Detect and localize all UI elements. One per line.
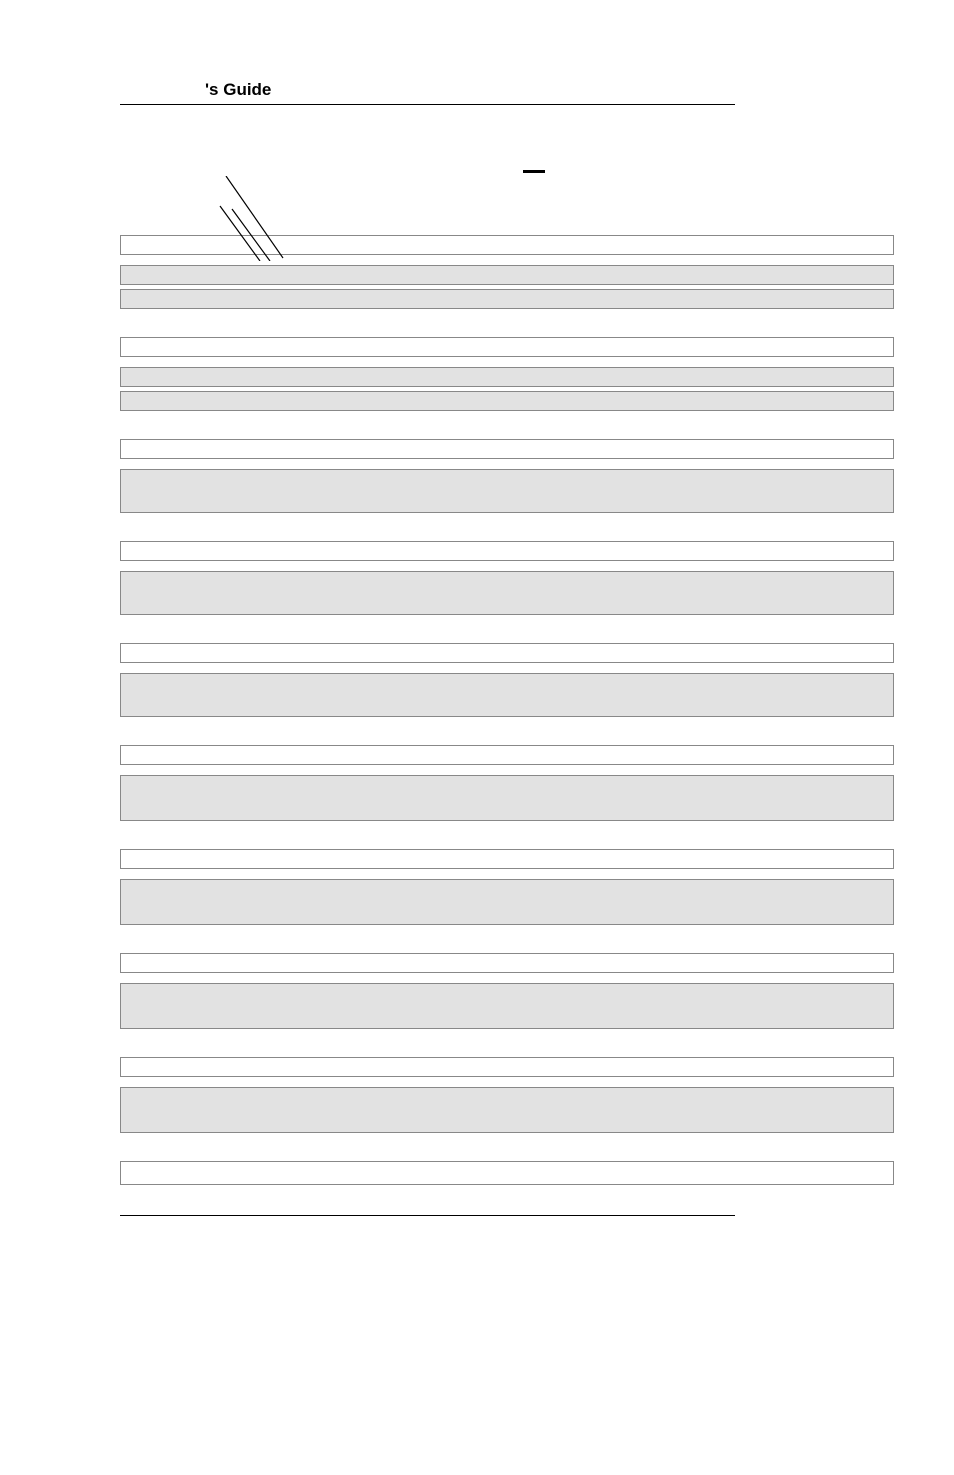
- content-area: [120, 235, 894, 1185]
- footer-rule: [120, 1215, 735, 1216]
- section-shaded-row: [120, 469, 894, 513]
- section-top-row: [120, 337, 894, 357]
- section-shaded-row: [120, 265, 894, 285]
- section-top-row: [120, 439, 894, 459]
- section-top-row: [120, 745, 894, 765]
- section-shaded-row: [120, 879, 894, 925]
- page-header: 's Guide: [120, 80, 894, 105]
- section-top-row: [120, 541, 894, 561]
- section: [120, 541, 894, 615]
- section-top-row: [120, 849, 894, 869]
- section: [120, 953, 894, 1029]
- section-shaded-row: [120, 391, 894, 411]
- header-rule: [120, 104, 735, 105]
- section-shaded-row: [120, 673, 894, 717]
- dash-mark: [523, 170, 545, 173]
- section-shaded-row: [120, 775, 894, 821]
- section-shaded-row: [120, 289, 894, 309]
- section-shaded-row: [120, 571, 894, 615]
- section-shaded-row: [120, 367, 894, 387]
- section: [120, 849, 894, 925]
- section-top-row: [120, 643, 894, 663]
- section: [120, 1057, 894, 1133]
- last-row: [120, 1161, 894, 1185]
- document-page: 's Guide: [0, 0, 954, 1256]
- section: [120, 745, 894, 821]
- section: [120, 643, 894, 717]
- section-top-row: [120, 1057, 894, 1077]
- section-shaded-row: [120, 1087, 894, 1133]
- section-top-row: [120, 953, 894, 973]
- diagonal-lines-icon: [218, 176, 293, 261]
- section-shaded-row: [120, 983, 894, 1029]
- section: [120, 337, 894, 411]
- section: [120, 439, 894, 513]
- header-title: 's Guide: [120, 80, 894, 104]
